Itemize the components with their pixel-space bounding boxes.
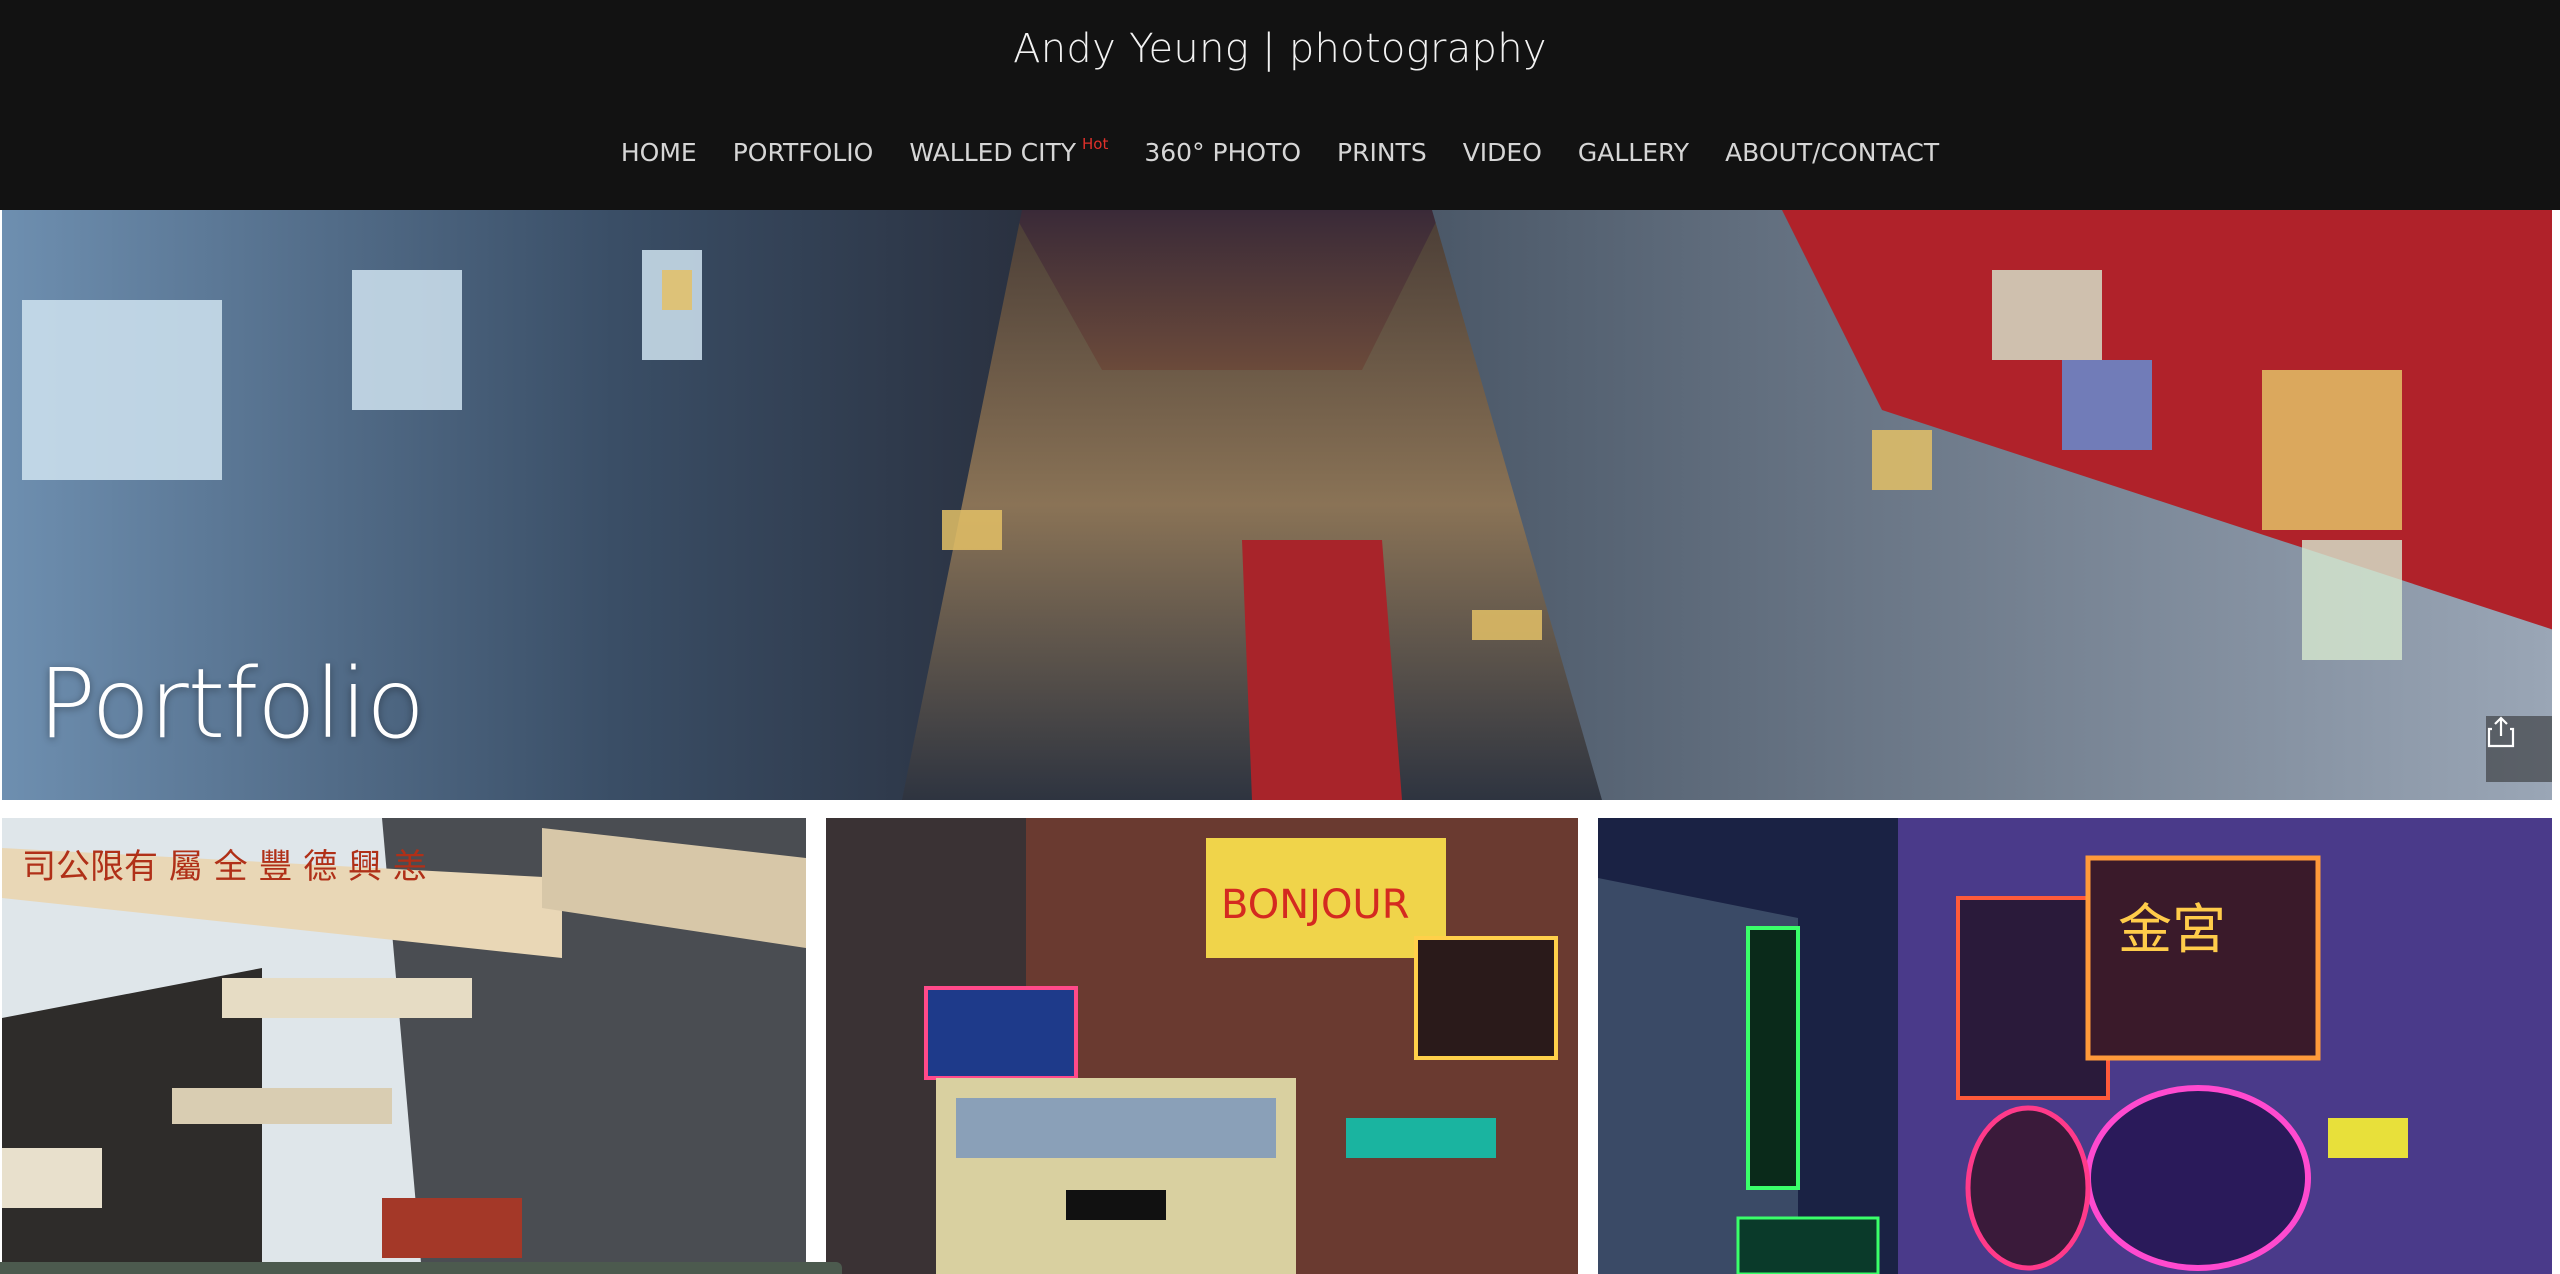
gallery-tile[interactable]: 金宮 xyxy=(1598,818,2552,1274)
nav-item-label: PORTFOLIO xyxy=(732,138,874,167)
nav-item-portfolio[interactable]: PORTFOLIO xyxy=(715,138,892,167)
nav-item-prints[interactable]: PRINTS xyxy=(1319,138,1445,167)
site-title[interactable]: Andy Yeung | photography xyxy=(0,26,2560,72)
nav-item-label: WALLED CITY xyxy=(909,138,1077,167)
svg-text:BONJOUR: BONJOUR xyxy=(1221,882,1410,928)
nav-item-walled-city[interactable]: WALLED CITY Hot xyxy=(891,135,1126,167)
nav-item-label: PRINTS xyxy=(1337,138,1427,167)
hero-title: Portfolio xyxy=(38,648,425,760)
svg-text:司公限有 屬 全 豐 德 興 恙: 司公限有 屬 全 豐 德 興 恙 xyxy=(22,847,427,887)
gallery-tile[interactable]: BONJOUR xyxy=(826,818,1578,1274)
nav-item-label: HOME xyxy=(620,138,697,167)
gallery-tile[interactable]: 司公限有 屬 全 豐 德 興 恙 xyxy=(2,818,806,1274)
photo-neon-bus: BONJOUR xyxy=(826,818,1578,1274)
nav-item-home[interactable]: HOME xyxy=(603,138,715,167)
nav-item-video[interactable]: VIDEO xyxy=(1445,138,1560,167)
hero-banner: Portfolio xyxy=(0,210,2552,800)
main-nav: HOME PORTFOLIO WALLED CITY Hot 360° PHOTO… xyxy=(0,135,2560,167)
photo-neon-alley: 金宮 xyxy=(1598,818,2552,1274)
nav-item-label: GALLERY xyxy=(1577,138,1690,167)
nav-item-about-contact[interactable]: ABOUT/CONTACT xyxy=(1707,138,1957,167)
photo-street-signs: 司公限有 屬 全 豐 德 興 恙 xyxy=(2,818,806,1274)
bottom-bar xyxy=(0,1262,842,1274)
hot-badge: Hot xyxy=(1082,135,1109,153)
nav-item-360-photo[interactable]: 360° PHOTO xyxy=(1126,138,1319,167)
nav-item-gallery[interactable]: GALLERY xyxy=(1560,138,1707,167)
site-header: Andy Yeung | photography HOME PORTFOLIO … xyxy=(0,0,2560,210)
portfolio-gallery: 司公限有 屬 全 豐 德 興 恙 BONJOUR 金宮 xyxy=(0,818,2560,1274)
nav-item-label: ABOUT/CONTACT xyxy=(1725,138,1940,167)
nav-item-label: 360° PHOTO xyxy=(1144,138,1302,167)
share-icon xyxy=(2487,716,2515,748)
svg-text:金宮: 金宮 xyxy=(2118,898,2226,961)
share-button[interactable] xyxy=(2486,716,2552,782)
nav-item-label: VIDEO xyxy=(1462,138,1542,167)
